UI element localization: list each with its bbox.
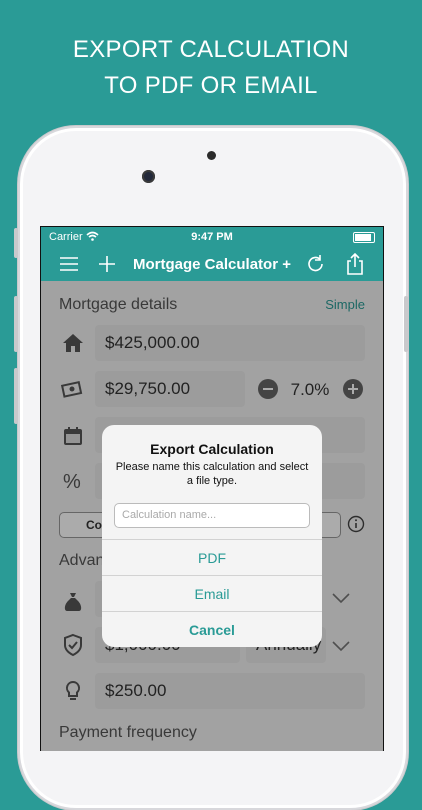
promo-headline-2: TO PDF OR EMAIL: [104, 72, 318, 99]
power-button: [404, 296, 408, 352]
cancel-button[interactable]: Cancel: [102, 611, 322, 648]
volume-down-button: [14, 368, 18, 424]
pdf-button[interactable]: PDF: [102, 539, 322, 576]
share-icon[interactable]: [343, 253, 367, 275]
nav-title: Mortgage Calculator +: [133, 256, 291, 273]
status-bar: Carrier 9:47 PM: [41, 227, 383, 247]
promo-headline-1: EXPORT CALCULATION: [72, 36, 350, 63]
camera-icon: [142, 170, 155, 183]
dialog-title: Export Calculation: [150, 441, 274, 457]
status-time: 9:47 PM: [191, 231, 233, 243]
app-screen: Carrier 9:47 PM Mortgage Calculator + Mo…: [40, 226, 384, 751]
export-dialog: Export Calculation Please name this calc…: [102, 425, 322, 647]
battery-icon: [353, 232, 375, 243]
volume-up-button: [14, 296, 18, 352]
calculation-name-input[interactable]: Calculation name...: [114, 503, 310, 528]
speaker-dot: [207, 151, 216, 160]
mute-switch: [14, 228, 18, 258]
refresh-icon[interactable]: [304, 253, 328, 275]
email-button[interactable]: Email: [102, 575, 322, 612]
dialog-message: Please name this calculation and select …: [115, 461, 309, 487]
nav-bar: Mortgage Calculator +: [41, 247, 383, 281]
